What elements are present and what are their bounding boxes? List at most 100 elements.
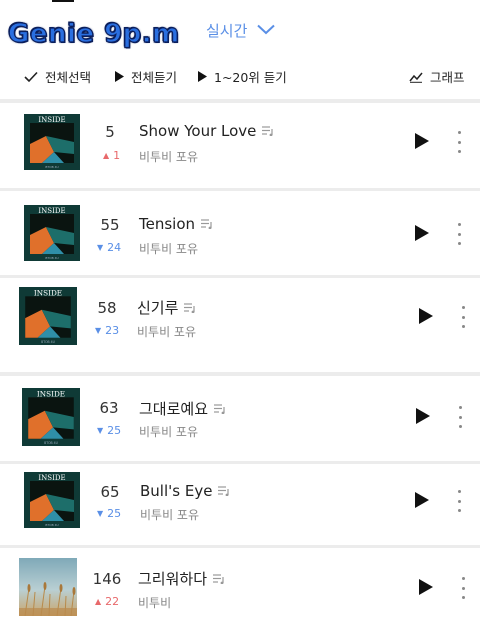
artist-name[interactable]: 비투비 포유: [139, 423, 198, 440]
play-button[interactable]: [412, 223, 432, 243]
album-cover[interactable]: INSIDE BTOB 4U: [19, 287, 77, 345]
period-dropdown[interactable]: 실시간: [206, 20, 276, 41]
graph-button[interactable]: 그래프: [409, 67, 465, 86]
song-title-link[interactable]: 신기루: [137, 297, 196, 318]
rank-change: ▼ 23: [95, 324, 119, 337]
play-range-label: 1~20위 듣기: [214, 70, 287, 85]
play-all-button[interactable]: 전체듣기: [115, 67, 177, 86]
rank-number: 146: [92, 570, 122, 588]
album-cover[interactable]: INSIDE BTOB 4U: [22, 388, 80, 446]
lyrics-icon[interactable]: [213, 573, 225, 584]
rank-down-icon: ▼: [97, 426, 104, 435]
artist-name[interactable]: 비투비: [138, 594, 171, 611]
lyrics-icon[interactable]: [184, 302, 196, 313]
more-options-button[interactable]: [458, 306, 468, 328]
play-icon: [415, 225, 429, 241]
status-bar-fragment: [52, 0, 74, 2]
artist-name[interactable]: 비투비 포유: [139, 148, 198, 165]
chart-line-icon: [409, 71, 423, 83]
rank-up-icon: ▲: [95, 597, 102, 606]
song-title: Tension: [139, 215, 196, 233]
more-options-button[interactable]: [454, 223, 464, 245]
rank-change: ▼ 24: [97, 241, 121, 254]
rank-number: 65: [100, 483, 120, 501]
rank-change: ▼ 25: [97, 507, 121, 520]
rank-down-icon: ▼: [97, 509, 104, 518]
rank-change: ▲ 1: [103, 149, 120, 162]
overlay-title: Genie 9p.m: [7, 18, 180, 49]
lyrics-icon[interactable]: [214, 403, 226, 414]
rank-change-value: 25: [107, 424, 122, 437]
song-row[interactable]: INSIDE BTOB 4U 55 ▼ 24 Tension 비투비 포유: [0, 191, 480, 275]
more-options-button[interactable]: [458, 577, 468, 599]
graph-label: 그래프: [430, 70, 465, 85]
cover-text: INSIDE: [38, 116, 65, 124]
song-row[interactable]: 146 ▲ 22 그리워하다 비투비: [0, 548, 480, 636]
song-title: Bull's Eye: [140, 482, 213, 500]
song-title-link[interactable]: 그대로예요: [139, 398, 226, 419]
cover-text: INSIDE: [37, 389, 65, 398]
song-title-link[interactable]: 그리워하다: [138, 568, 225, 589]
cover-subtext: BTOB 4U: [45, 256, 58, 260]
song-row[interactable]: INSIDE BTOB 4U 5 ▲ 1 Show Your Love 비투비 …: [0, 103, 480, 188]
song-title-link[interactable]: Show Your Love: [139, 122, 274, 140]
check-icon: [24, 71, 38, 83]
select-all-button[interactable]: 전체선택: [24, 67, 91, 86]
cover-text: INSIDE: [38, 474, 65, 482]
period-label: 실시간: [206, 22, 248, 40]
lyrics-icon[interactable]: [201, 219, 213, 229]
artist-name[interactable]: 비투비 포유: [137, 323, 196, 340]
play-button[interactable]: [416, 577, 436, 597]
rank-change: ▲ 22: [95, 595, 119, 608]
song-row[interactable]: INSIDE BTOB 4U 63 ▼ 25 그대로예요 비투비 포유: [0, 376, 480, 461]
play-range-button[interactable]: 1~20위 듣기: [198, 67, 287, 86]
rank-change-value: 25: [107, 507, 122, 520]
song-title: 그대로예요: [139, 400, 209, 418]
album-cover[interactable]: INSIDE BTOB 4U: [24, 114, 80, 170]
cover-text: INSIDE: [34, 288, 62, 297]
play-button[interactable]: [413, 406, 433, 426]
play-icon: [415, 492, 429, 508]
more-options-button[interactable]: [454, 131, 464, 153]
rank-change-value: 24: [107, 241, 122, 254]
song-row[interactable]: INSIDE BTOB 4U 58 ▼ 23 신기루 비투비 포유: [0, 278, 480, 372]
play-icon: [415, 133, 429, 149]
lyrics-icon[interactable]: [218, 486, 230, 496]
cover-subtext: BTOB 4U: [44, 441, 58, 445]
song-row[interactable]: INSIDE BTOB 4U 65 ▼ 25 Bull's Eye 비투비 포유: [0, 464, 480, 545]
play-button[interactable]: [412, 131, 432, 151]
cover-subtext: BTOB 4U: [41, 340, 55, 344]
artist-name[interactable]: 비투비 포유: [139, 240, 198, 257]
play-button[interactable]: [416, 306, 436, 326]
cover-text: INSIDE: [38, 207, 65, 215]
rank-up-icon: ▲: [103, 151, 110, 160]
song-title-link[interactable]: Tension: [139, 215, 213, 233]
song-title: Show Your Love: [139, 122, 257, 140]
rank-number: 63: [99, 399, 119, 417]
play-icon: [198, 71, 207, 82]
chart-toolbar: 전체선택 전체듣기 1~20위 듣기 그래프: [0, 60, 480, 90]
rank-change-value: 22: [105, 595, 120, 608]
rank-change-value: 23: [105, 324, 120, 337]
rank-down-icon: ▼: [95, 326, 102, 335]
cover-subtext: BTOB 4U: [45, 165, 58, 169]
play-all-label: 전체듣기: [131, 70, 178, 85]
more-options-button[interactable]: [454, 490, 464, 512]
play-icon: [419, 308, 433, 324]
rank-number: 5: [105, 123, 115, 141]
play-button[interactable]: [412, 490, 432, 510]
song-title-link[interactable]: Bull's Eye: [140, 482, 230, 500]
song-title: 그리워하다: [138, 570, 208, 588]
lyrics-icon[interactable]: [262, 126, 274, 136]
play-icon: [115, 71, 124, 82]
album-cover[interactable]: INSIDE BTOB 4U: [24, 472, 80, 528]
header: Genie 9p.m 실시간: [0, 0, 480, 54]
rank-number: 58: [97, 299, 117, 317]
album-cover[interactable]: INSIDE BTOB 4U: [24, 205, 80, 261]
album-cover[interactable]: [19, 558, 77, 616]
song-title: 신기루: [137, 299, 179, 317]
play-icon: [419, 579, 433, 595]
artist-name[interactable]: 비투비 포유: [140, 506, 199, 523]
more-options-button[interactable]: [455, 406, 465, 428]
rank-change: ▼ 25: [97, 424, 121, 437]
